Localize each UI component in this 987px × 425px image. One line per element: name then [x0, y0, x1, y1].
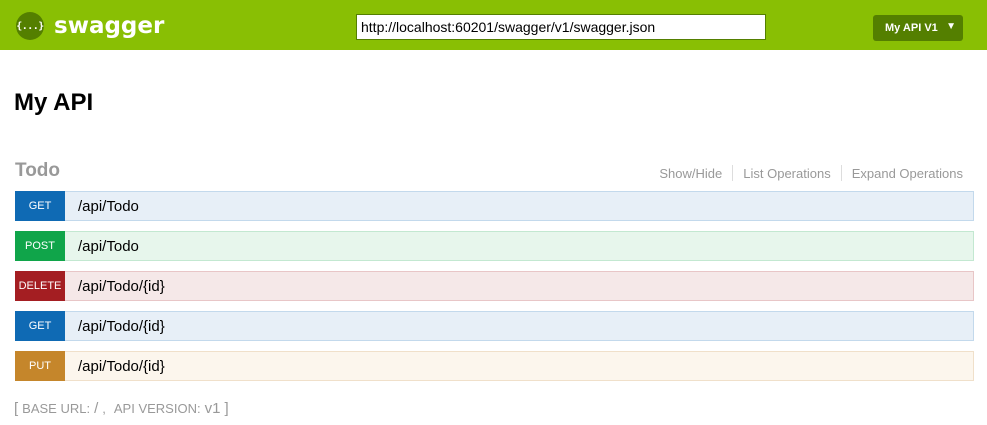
resource-operations-links: Show/Hide List Operations Expand Operati… [659, 165, 963, 181]
brand-name: swagger [54, 13, 165, 39]
base-url-label: BASE URL: [22, 401, 91, 416]
operation-post-todo[interactable]: POST /api/Todo [15, 231, 974, 261]
top-bar: {...} swagger My API V1 ▼ [0, 0, 987, 50]
api-version-label: API VERSION: [113, 401, 201, 416]
api-version-value: v1 [204, 400, 221, 417]
footer-open-bracket: [ [14, 400, 19, 417]
spec-select-label: My API V1 [885, 22, 938, 34]
swagger-braces-icon: {...} [16, 12, 44, 40]
operation-path: /api/Todo [78, 237, 139, 255]
footer-comma: , [102, 401, 106, 416]
operation-get-todo[interactable]: GET /api/Todo [15, 191, 974, 221]
method-badge-post: POST [15, 231, 65, 261]
spec-url-input[interactable] [356, 14, 766, 40]
list-operations-link[interactable]: List Operations [743, 166, 830, 181]
method-badge-delete: DELETE [15, 271, 65, 301]
operation-get-todo-id[interactable]: GET /api/Todo/{id} [15, 311, 974, 341]
operation-path: /api/Todo/{id} [78, 277, 165, 295]
show-hide-link[interactable]: Show/Hide [659, 166, 722, 181]
operation-put-todo-id[interactable]: PUT /api/Todo/{id} [15, 351, 974, 381]
expand-operations-link[interactable]: Expand Operations [852, 166, 963, 181]
api-title: My API [14, 89, 94, 116]
operations-list: GET /api/Todo POST /api/Todo DELETE /api… [15, 191, 974, 391]
base-url-value: / [94, 400, 99, 417]
method-badge-get: GET [15, 191, 65, 221]
footer-close-bracket: ] [224, 400, 229, 417]
link-divider [732, 165, 734, 181]
operation-path: /api/Todo/{id} [78, 357, 165, 375]
resource-title-todo[interactable]: Todo [15, 160, 60, 182]
dropdown-arrow-icon: ▼ [946, 21, 956, 32]
api-info-footer: [ BASE URL: / , API VERSION: v1 ] [14, 400, 233, 417]
method-badge-get: GET [15, 311, 65, 341]
operation-delete-todo-id[interactable]: DELETE /api/Todo/{id} [15, 271, 974, 301]
spec-select-dropdown[interactable]: My API V1 ▼ [873, 15, 963, 41]
link-divider [840, 165, 842, 181]
swagger-logo[interactable]: {...} swagger [16, 11, 164, 41]
operation-path: /api/Todo [78, 197, 139, 215]
operation-path: /api/Todo/{id} [78, 317, 165, 335]
method-badge-put: PUT [15, 351, 65, 381]
